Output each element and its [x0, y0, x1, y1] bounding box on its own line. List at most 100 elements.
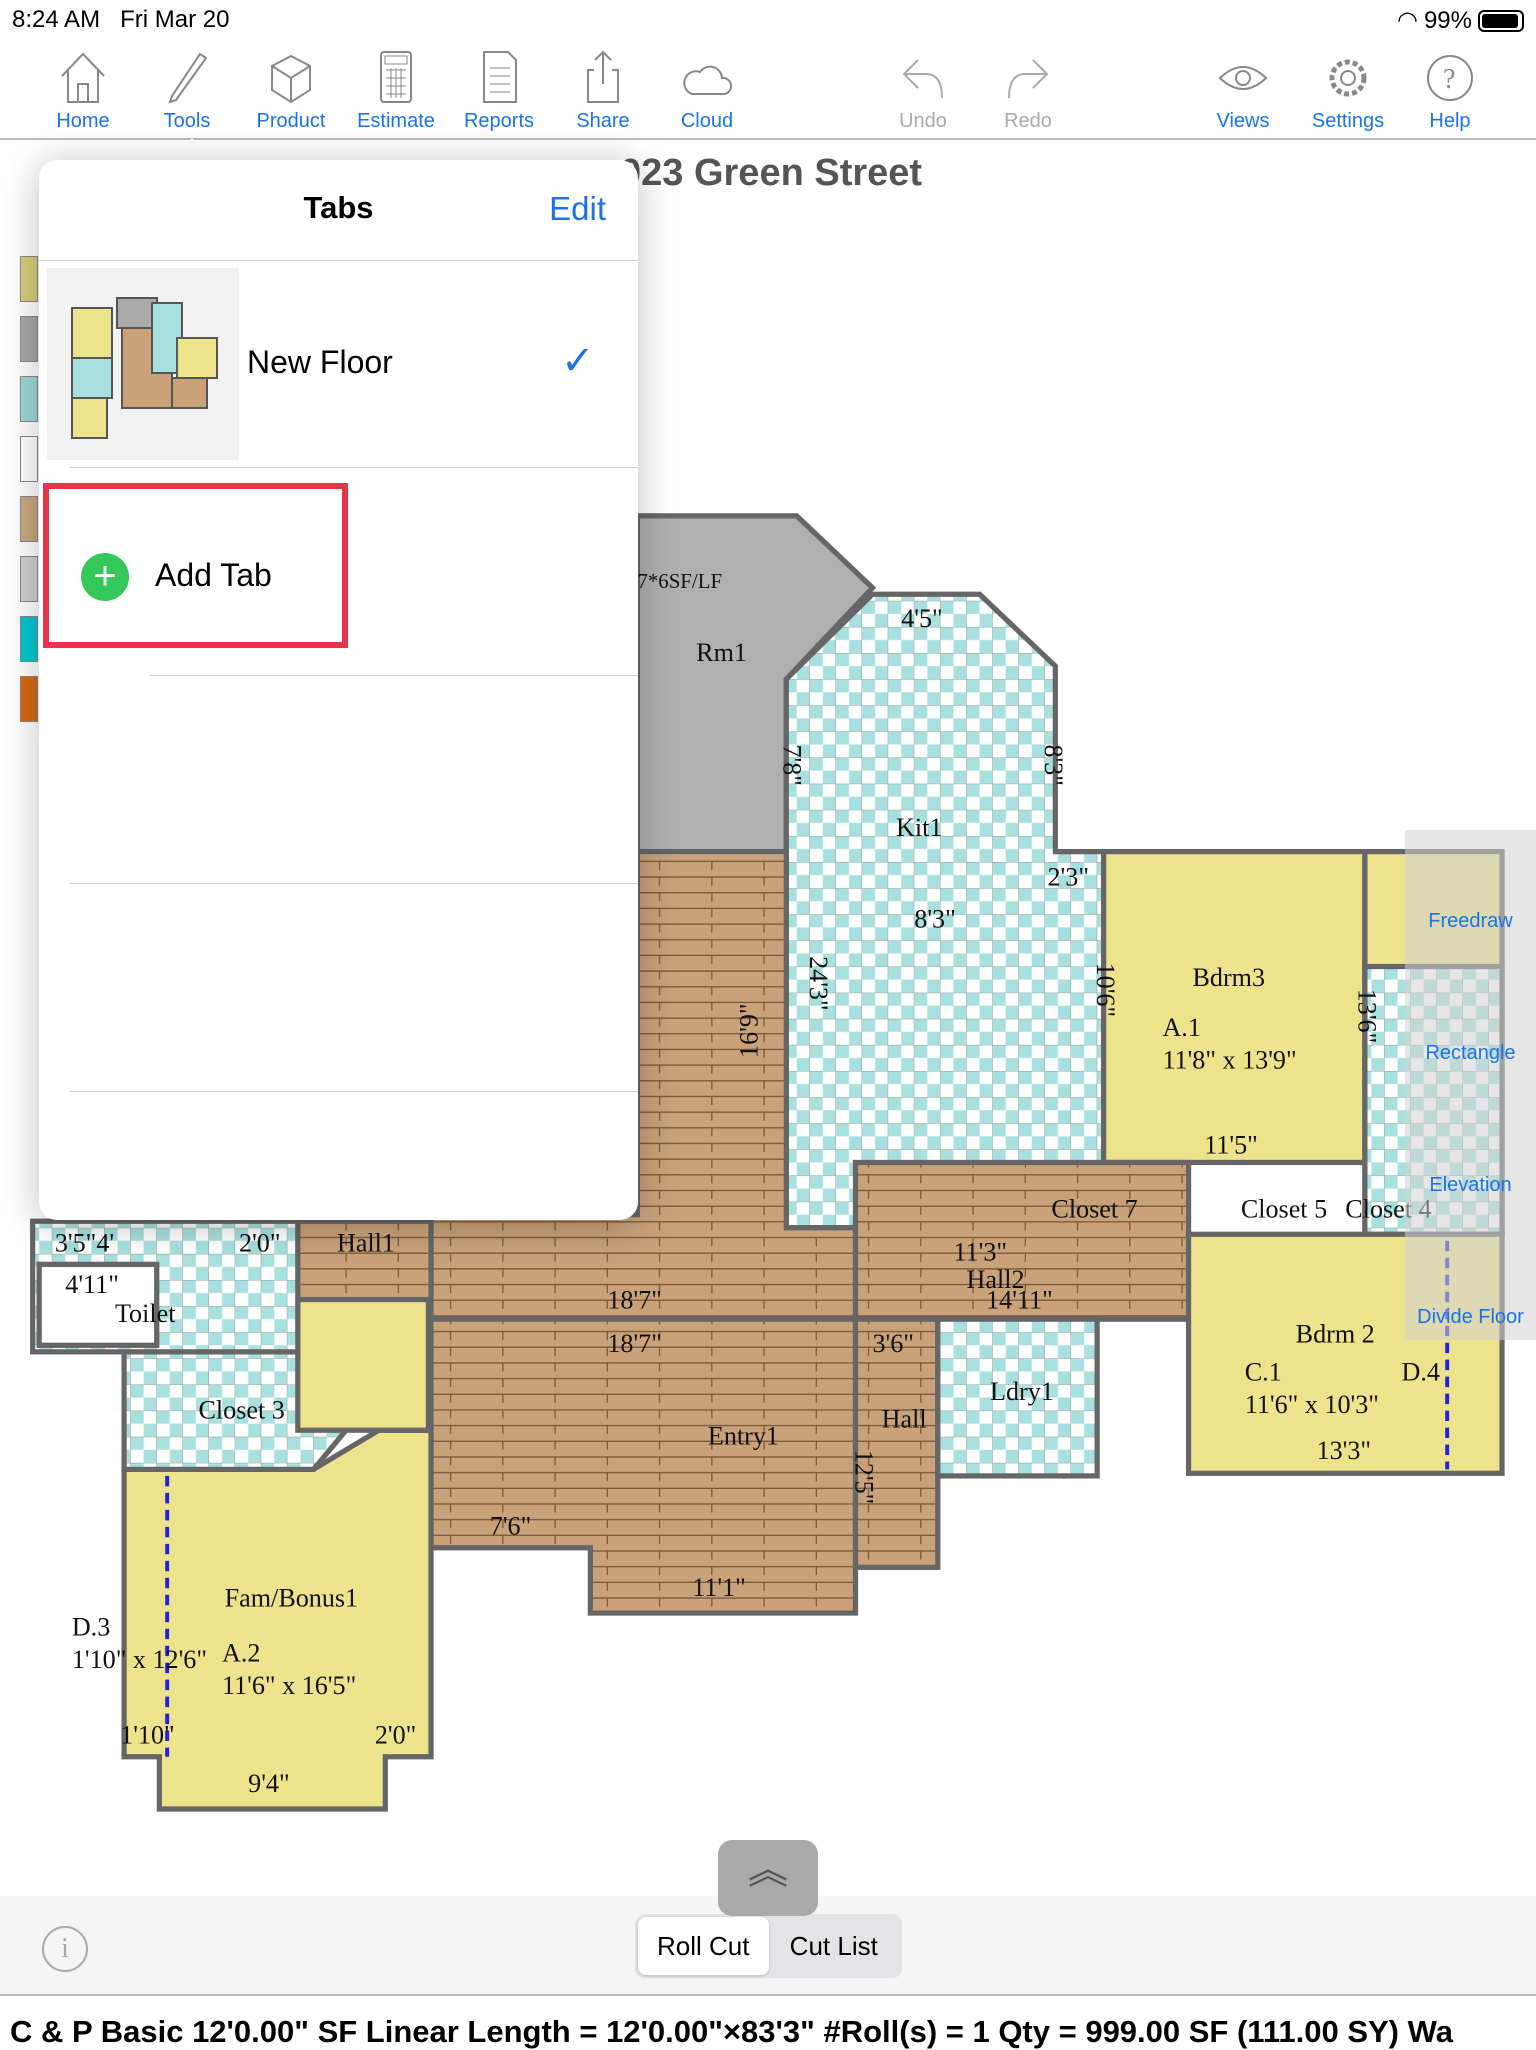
color-swatch[interactable]	[20, 256, 38, 302]
label: 8'3"	[1039, 744, 1068, 785]
label: C.1	[1245, 1358, 1282, 1387]
undo-button[interactable]: Undo	[873, 48, 973, 133]
label: 7'8"	[778, 744, 807, 785]
battery-percent: 99%	[1423, 6, 1472, 34]
color-swatch[interactable]	[20, 376, 38, 422]
divide-floor-tool[interactable]: Divide Floor	[1405, 1306, 1536, 1329]
room-fam-bonus1	[121, 1427, 434, 1812]
label: Kit1	[896, 813, 942, 842]
info-icon[interactable]: i	[42, 1926, 88, 1972]
color-swatch[interactable]	[20, 556, 38, 602]
label: Fam/Bonus1	[225, 1584, 358, 1613]
label: Bdrm3	[1192, 963, 1265, 992]
toolbar-label: Home	[56, 110, 110, 132]
product-button[interactable]: Product	[241, 48, 341, 133]
share-button[interactable]: Share	[553, 48, 653, 133]
toolbar-label: Share	[576, 110, 630, 132]
color-swatch[interactable]	[20, 616, 38, 662]
gear-icon	[1329, 59, 1367, 97]
estimate-button[interactable]: Estimate	[346, 48, 446, 133]
roll-summary: C & P Basic 12'0.00" SF Linear Length = …	[10, 2014, 1453, 2049]
label: 18'7"	[607, 1329, 662, 1358]
elevation-tool[interactable]: Elevation	[1405, 1174, 1536, 1197]
label: 18'7"	[607, 1286, 662, 1315]
views-button[interactable]: Views	[1193, 48, 1293, 133]
label: Closet 7	[1051, 1194, 1137, 1223]
popover-arrow	[170, 138, 214, 162]
room-entry1	[428, 1316, 859, 1616]
label: Hall1	[337, 1228, 395, 1257]
color-swatch[interactable]	[20, 676, 38, 722]
help-button[interactable]: ? Help	[1400, 48, 1500, 133]
label: 7*6SF/LF	[637, 569, 722, 593]
label: 1'10" x 12'6"	[72, 1645, 207, 1674]
label: A.2	[222, 1638, 260, 1667]
segment-cut-list[interactable]: Cut List	[769, 1917, 900, 1975]
label: D.3	[72, 1612, 110, 1641]
reports-button[interactable]: Reports	[449, 48, 549, 133]
label: 4'11"	[65, 1270, 119, 1299]
toolbar-label: Undo	[899, 110, 947, 132]
house-icon	[61, 52, 105, 103]
toolbar-label: Settings	[1311, 110, 1385, 132]
label: 11'8" x 13'9"	[1162, 1045, 1296, 1074]
label: Rm1	[696, 638, 747, 667]
home-button[interactable]: Home	[33, 48, 133, 133]
label: Closet 5	[1241, 1194, 1327, 1223]
label: 13'3"	[1317, 1436, 1372, 1465]
cloud-icon	[683, 65, 733, 95]
label: 2'0"	[375, 1721, 416, 1750]
redo-icon	[1008, 59, 1049, 99]
label: 16'9"	[735, 1003, 764, 1058]
battery-icon	[1478, 9, 1524, 32]
label: 4'5"	[901, 604, 942, 633]
toolbar-label: Help	[1429, 110, 1471, 132]
edit-button[interactable]: Edit	[549, 190, 606, 228]
floor-thumbnail	[47, 268, 239, 460]
eye-icon	[1218, 66, 1268, 90]
label: Closet 3	[199, 1395, 285, 1424]
label: 7'6"	[490, 1512, 531, 1541]
tools-button[interactable]: Tools	[137, 48, 237, 133]
add-tab-button[interactable]: + Add Tab	[43, 483, 348, 648]
color-swatch[interactable]	[20, 496, 38, 542]
redo-button[interactable]: Redo	[978, 48, 1078, 133]
pencil-icon	[168, 52, 208, 104]
label: 11'1"	[692, 1573, 746, 1602]
label: 11'6" x 10'3"	[1245, 1390, 1379, 1419]
expand-chevron-up-button[interactable]: ︽	[718, 1840, 818, 1916]
color-swatch[interactable]	[20, 316, 38, 362]
label: 24'3"	[804, 956, 833, 1011]
settings-button[interactable]: Settings	[1298, 48, 1398, 133]
label: 9'4"	[248, 1769, 289, 1798]
label: Hall	[882, 1405, 927, 1434]
color-swatch[interactable]	[20, 436, 38, 482]
rectangle-tool[interactable]: Rectangle	[1405, 1042, 1536, 1065]
label: Ldry1	[990, 1377, 1054, 1406]
segment-roll-cut[interactable]: Roll Cut	[638, 1917, 769, 1975]
label: 11'5"	[1204, 1130, 1258, 1159]
svg-text:?: ?	[1443, 64, 1455, 95]
calculator-icon	[380, 51, 412, 103]
undo-icon	[902, 59, 943, 99]
room-bdrm3	[1101, 848, 1368, 1166]
toolbar-label: Reports	[463, 110, 535, 132]
label: 11'3"	[953, 1237, 1007, 1266]
label: 3'5"4'	[55, 1228, 114, 1257]
status-time: 8:24 AM Fri Mar 20	[12, 6, 230, 33]
freedraw-tool[interactable]: Freedraw	[1405, 910, 1536, 933]
label: 12'5"	[850, 1450, 879, 1505]
label: 1'10"	[120, 1721, 175, 1750]
cloud-button[interactable]: Cloud	[657, 48, 757, 133]
label: Entry1	[708, 1422, 779, 1451]
box-icon	[271, 54, 311, 104]
toolbar-label: Product	[256, 110, 326, 132]
label: 3'6"	[872, 1329, 913, 1358]
project-title: 023 Green Street	[620, 152, 923, 194]
status-bar: 8:24 AM Fri Mar 20 ◠ 99%	[0, 0, 1536, 40]
label: 2'3"	[1048, 863, 1089, 892]
label: 10'6"	[1091, 963, 1120, 1018]
add-tab-label: Add Tab	[155, 557, 272, 593]
toolbar-label: Tools	[163, 110, 211, 132]
share-icon	[587, 50, 619, 103]
